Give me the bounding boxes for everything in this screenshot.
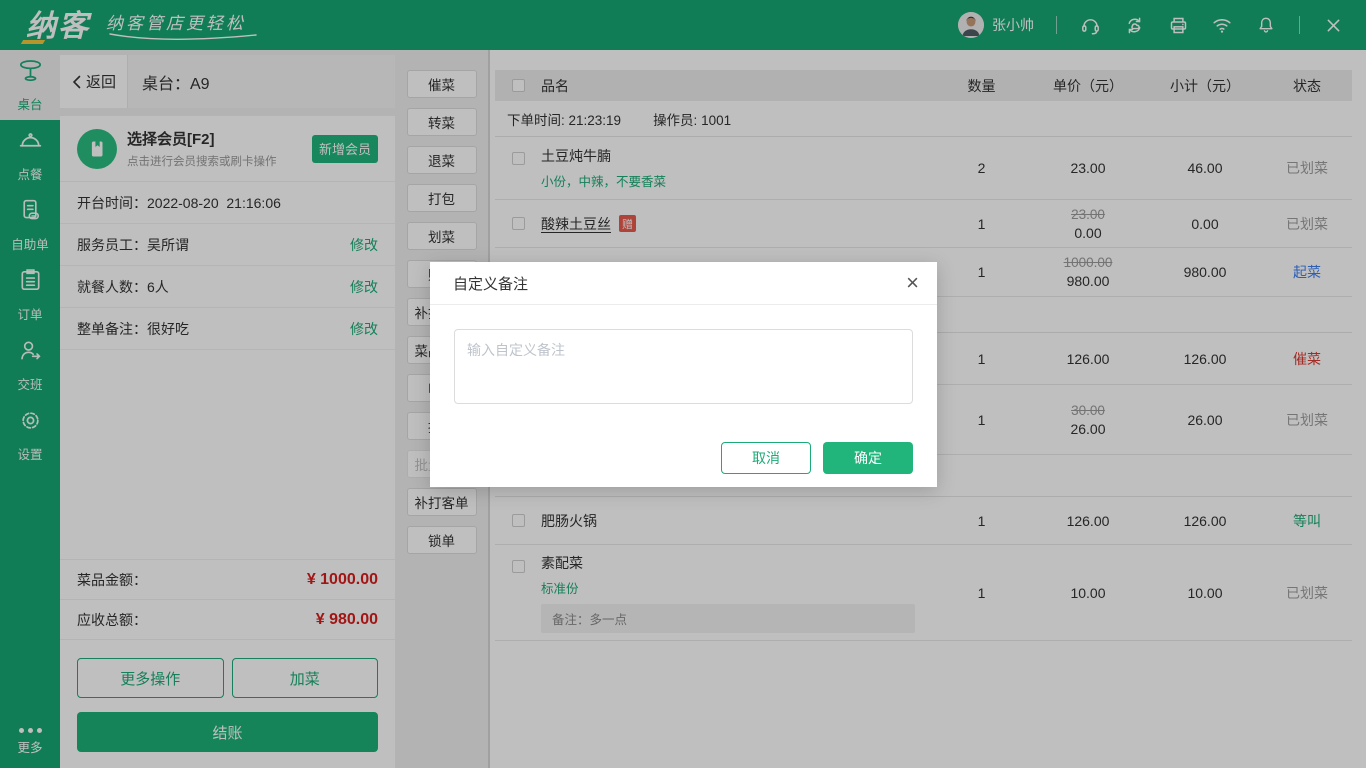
custom-remark-dialog: 自定义备注 × 取消 确定 bbox=[430, 262, 937, 487]
custom-remark-input[interactable] bbox=[454, 329, 913, 404]
confirm-button[interactable]: 确定 bbox=[823, 442, 913, 474]
dialog-body bbox=[430, 305, 937, 409]
dialog-header: 自定义备注 × bbox=[430, 262, 937, 305]
pos-app: 纳客 纳客管店更轻松 张小帅 bbox=[0, 0, 1366, 768]
dialog-close-icon[interactable]: × bbox=[906, 272, 919, 294]
cancel-button[interactable]: 取消 bbox=[721, 442, 811, 474]
dialog-title: 自定义备注 bbox=[453, 273, 528, 294]
dialog-footer: 取消 确定 bbox=[430, 409, 937, 474]
